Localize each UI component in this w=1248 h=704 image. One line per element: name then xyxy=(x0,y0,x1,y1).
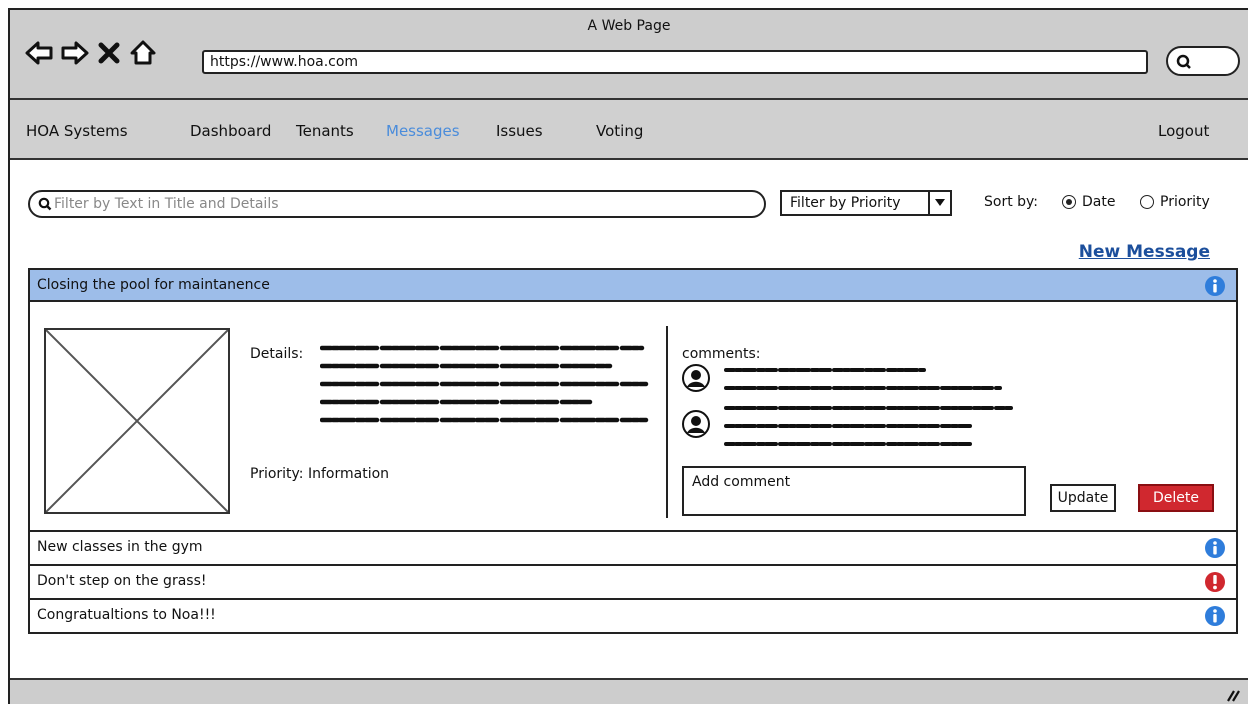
details-scribble-text xyxy=(320,345,649,423)
panel-divider xyxy=(666,326,668,518)
comment-scribble-text xyxy=(724,406,1014,446)
browser-status-bar xyxy=(10,678,1248,704)
message-title: Closing the pool for maintanence xyxy=(37,277,270,293)
priority-filter-value: Filter by Priority xyxy=(790,195,901,211)
filter-search-input[interactable] xyxy=(54,194,754,214)
update-button[interactable]: Update xyxy=(1050,484,1116,512)
close-x-icon[interactable] xyxy=(96,38,122,68)
priority-label: Priority: Information xyxy=(250,466,390,482)
logout-link[interactable]: Logout xyxy=(1158,122,1209,140)
image-placeholder xyxy=(44,328,230,514)
browser-window: A Web Page https://www.hoa.com HOA Syste… xyxy=(8,8,1248,704)
nav-issues[interactable]: Issues xyxy=(496,122,543,140)
nav-voting[interactable]: Voting xyxy=(596,122,643,140)
info-icon xyxy=(1204,275,1226,301)
message-row[interactable]: New classes in the gym xyxy=(28,532,1238,566)
sort-date-radio[interactable]: Date xyxy=(1062,194,1115,210)
message-title: Congratualtions to Noa!!! xyxy=(37,607,216,623)
window-title: A Web Page xyxy=(587,18,671,34)
delete-button[interactable]: Delete xyxy=(1138,484,1214,512)
details-label: Details: xyxy=(250,346,304,362)
nav-messages[interactable]: Messages xyxy=(386,122,460,140)
browser-chrome: A Web Page https://www.hoa.com xyxy=(10,10,1248,100)
radio-selected-icon xyxy=(1062,195,1076,209)
sort-by-label: Sort by: xyxy=(984,194,1039,210)
info-icon xyxy=(1204,537,1226,563)
filter-search-field[interactable] xyxy=(28,190,766,218)
message-title: Don't step on the grass! xyxy=(37,573,207,589)
dropdown-button[interactable] xyxy=(928,192,950,214)
add-comment-field[interactable]: Add comment xyxy=(682,466,1026,516)
avatar-icon xyxy=(682,364,710,396)
app-navbar: HOA Systems Dashboard Tenants Messages I… xyxy=(10,100,1248,160)
forward-arrow-icon[interactable] xyxy=(60,38,90,68)
sort-priority-label: Priority xyxy=(1160,194,1210,210)
browser-nav-icons xyxy=(24,38,158,68)
message-row[interactable]: Congratualtions to Noa!!! xyxy=(28,600,1238,634)
new-message-link[interactable]: New Message xyxy=(1079,242,1210,262)
message-detail-panel: Details: Priority: Information comments: xyxy=(28,302,1238,532)
sort-date-label: Date xyxy=(1082,194,1116,210)
priority-filter-select[interactable]: Filter by Priority xyxy=(780,190,952,216)
home-icon[interactable] xyxy=(128,38,158,68)
browser-search-button[interactable] xyxy=(1166,46,1240,76)
sort-priority-radio[interactable]: Priority xyxy=(1140,194,1210,210)
brand-name: HOA Systems xyxy=(26,122,128,140)
message-title: New classes in the gym xyxy=(37,539,203,555)
message-row[interactable]: Closing the pool for maintanence xyxy=(28,268,1238,302)
message-list: Closing the pool for maintanence Details… xyxy=(28,268,1238,634)
comments-label: comments: xyxy=(682,346,761,362)
nav-tenants[interactable]: Tenants xyxy=(296,122,354,140)
comment-scribble-text xyxy=(724,368,1002,390)
alert-icon xyxy=(1204,571,1226,597)
resize-grip-icon[interactable] xyxy=(1226,688,1240,704)
back-arrow-icon[interactable] xyxy=(24,38,54,68)
radio-unselected-icon xyxy=(1140,195,1154,209)
avatar-icon xyxy=(682,410,710,442)
info-icon xyxy=(1204,605,1226,631)
nav-dashboard[interactable]: Dashboard xyxy=(190,122,271,140)
chevron-down-icon xyxy=(935,199,945,206)
message-row[interactable]: Don't step on the grass! xyxy=(28,566,1238,600)
url-bar[interactable]: https://www.hoa.com xyxy=(202,50,1148,74)
